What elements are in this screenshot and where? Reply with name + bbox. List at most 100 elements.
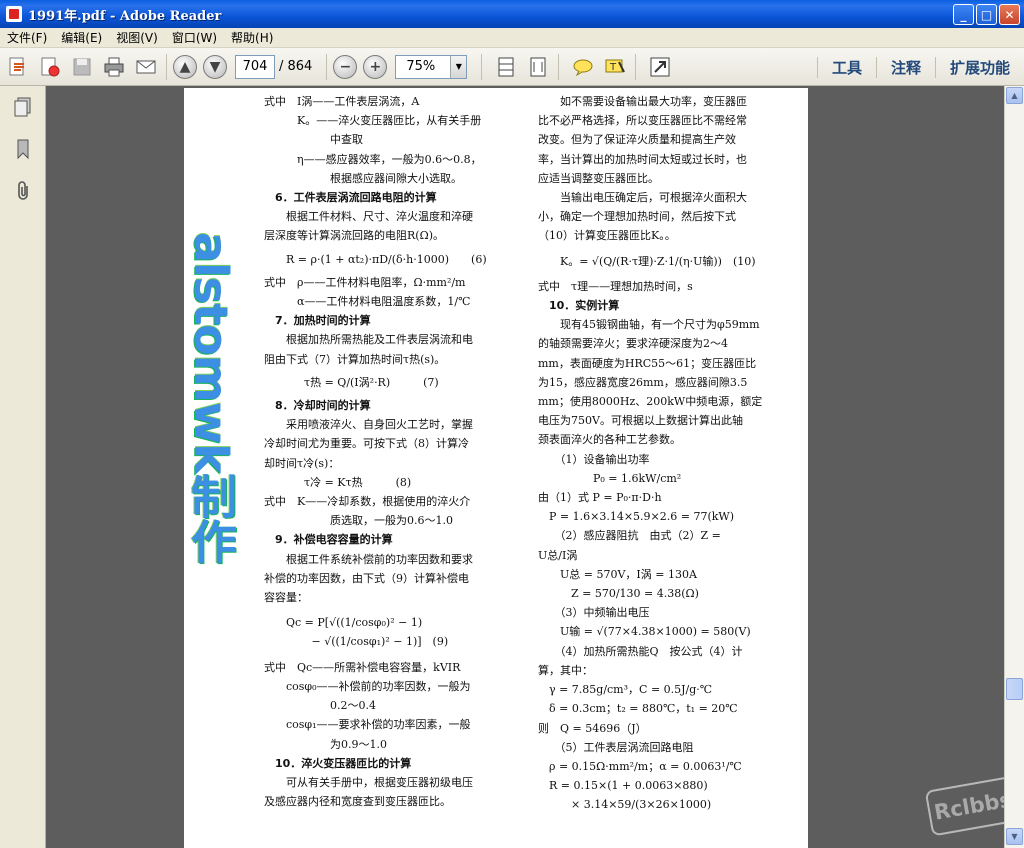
text-line: （2）感应器阻抗 由式（2）Z = (538, 529, 721, 543)
zoom-in-button[interactable]: + (363, 54, 388, 79)
section-heading: 10．实例计算 (538, 299, 620, 313)
email-button[interactable] (132, 53, 160, 81)
pdf-page: 式中 I涡——工件表层涡流，A K。——淬火变压器匝比，从有关手册 中查取 η—… (184, 88, 808, 848)
fit-width-icon (530, 57, 546, 76)
toolbar-separator (558, 53, 560, 80)
text-line: 容容量： (264, 591, 308, 605)
save-button[interactable] (68, 53, 96, 81)
text-line: （4）加热所需热能Q 按公式（4）计 (538, 644, 743, 658)
text-line: 根据加热所需热能及工件表层涡流和电 (264, 333, 473, 347)
zoom-value: 75% (406, 59, 436, 74)
next-page-button[interactable]: ▼ (203, 54, 227, 79)
text-line: 小，确定一个理想加热时间，然后按下式 (538, 210, 736, 224)
text-line: 根据感应器间隙大小选取。 (264, 171, 462, 185)
text-line: γ = 7.85g/cm³，C = 0.5J/g·℃ (538, 683, 713, 697)
text-line: 率，当计算出的加热时间太短或过长时，也 (538, 152, 747, 166)
save-icon (73, 58, 91, 75)
fit-page-button[interactable] (492, 53, 520, 81)
menu-window[interactable]: 窗口(W) (165, 29, 224, 46)
menu-edit[interactable]: 编辑(E) (54, 29, 109, 46)
highlight-button[interactable]: T (601, 53, 629, 81)
text-line: （3）中频输出电压 (538, 606, 650, 620)
vertical-scrollbar[interactable]: ▲ ▼ (1004, 86, 1024, 848)
menu-bar: 文件(F) 编辑(E) 视图(V) 窗口(W) 帮助(H) (0, 28, 1024, 48)
text-line: 算，其中： (538, 663, 593, 677)
chevron-down-icon[interactable]: ▼ (450, 55, 467, 78)
plus-icon: + (369, 58, 382, 75)
email-icon (136, 60, 156, 73)
create-pdf-icon (9, 57, 24, 75)
text-line: 为15，感应器宽度26mm，感应器间隙3.5 (538, 375, 748, 389)
scroll-up-icon[interactable]: ▲ (1006, 87, 1023, 104)
title-bar: 1991年.pdf - Adobe Reader _ □ ✕ (0, 0, 1024, 28)
text-line: 式中 I涡——工件表层涡流，A (264, 95, 420, 108)
text-line: 改变。但为了保证淬火质量和提高生产效 (538, 133, 736, 147)
paperclip-icon[interactable] (12, 180, 34, 202)
text-line: 如不需要设备输出最大功率，变压器匝 (538, 95, 747, 108)
text-line: （10）计算变压器匝比K。。 (538, 229, 676, 243)
pages-icon[interactable] (12, 96, 34, 118)
text-line: 现有45锻钢曲轴，有一个尺寸为φ59mm (538, 318, 760, 332)
text-line: 由（1）式 P = P₀·π·D·h (538, 491, 662, 505)
text-line: 式中 ρ——工件材料电阻率，Ω·mm²/m (264, 275, 466, 289)
full-screen-button[interactable] (646, 53, 674, 81)
text-line: 比不必严格选择，所以变压器匝比不需经常 (538, 114, 747, 128)
expand-icon (650, 57, 670, 76)
svg-text:T: T (609, 62, 617, 73)
task-links: 工具 注释 扩展功能 (816, 48, 1024, 86)
text-line: 则 Q = 54696（J） (538, 721, 647, 735)
comment-button[interactable] (569, 53, 597, 81)
zoom-out-button[interactable]: − (333, 54, 358, 79)
speech-bubble-icon (573, 59, 593, 76)
text-line: 却时间τ冷(s)： (264, 456, 340, 470)
minus-icon: − (339, 58, 352, 75)
bookmark-icon[interactable] (12, 138, 34, 160)
arrow-down-icon: ▼ (209, 58, 221, 75)
text-line: 质选取，一般为0.6～1.0 (264, 514, 453, 528)
text-line: U总/I涡 (538, 548, 578, 562)
formula-7: τ热 = Q/(I涡²·R) (7) (304, 375, 439, 389)
text-line: P = 1.6×3.14×5.9×2.6 = 77(kW) (538, 510, 734, 524)
menu-view[interactable]: 视图(V) (109, 29, 165, 46)
minimize-button[interactable]: _ (953, 4, 974, 25)
text-line: K。——淬火变压器匝比，从有关手册 (264, 114, 482, 128)
scroll-thumb[interactable] (1006, 678, 1023, 700)
text-line: P₀ = 1.6kW/cm² (538, 471, 682, 485)
text-line: 可从有关手册中，根据变压器初级电压 (264, 775, 473, 789)
print-icon (104, 57, 124, 76)
watermark-text: alstomwk制作 (184, 232, 238, 563)
page-number-input[interactable]: 704 (235, 54, 275, 79)
menu-file[interactable]: 文件(F) (0, 29, 54, 46)
comment-link[interactable]: 注释 (875, 56, 935, 78)
formula-9-cont: − √((1/cosφ₁)² − 1)] (9) (286, 635, 449, 649)
left-column: 式中 I涡——工件表层涡流，A K。——淬火变压器匝比，从有关手册 中查取 η—… (264, 92, 514, 811)
zoom-select[interactable]: 75% ▼ (395, 54, 468, 79)
tools-link[interactable]: 工具 (816, 56, 876, 78)
window-title: 1991年.pdf - Adobe Reader (28, 8, 222, 24)
close-button[interactable]: ✕ (999, 4, 1020, 25)
text-line: R = 0.15×(1 + 0.0063×880) (538, 779, 708, 793)
text-line: 冷却时间尤为重要。可按下式（8）计算冷 (264, 437, 469, 451)
text-line: 中查取 (264, 133, 363, 147)
text-line: 应适当调整变压器匝比。 (538, 171, 659, 185)
window-controls: _ □ ✕ (953, 4, 1020, 25)
text-line: cosφ₁——要求补偿的功率因素，一般 (264, 718, 471, 732)
text-line: mm，表面硬度为HRC55～61；变压器匝比 (538, 356, 757, 370)
text-line: U输 = √(77×4.38×1000) = 580(V) (538, 625, 751, 639)
pdf-export-button[interactable] (36, 53, 64, 81)
text-line: 颈表面淬火的各种工艺参数。 (538, 433, 681, 447)
formula-8: τ冷 = Kτ热 (8) (304, 475, 412, 489)
print-button[interactable] (100, 53, 128, 81)
text-line: U总 = 570V，I涡 = 130A (538, 567, 697, 581)
text-line: 根据工件系统补偿前的功率因数和要求 (264, 552, 473, 566)
create-pdf-button[interactable] (4, 53, 32, 81)
fit-width-button[interactable] (524, 53, 552, 81)
text-line: 层深度等计算涡流回路的电阻R(Ω)。 (264, 229, 444, 243)
maximize-button[interactable]: □ (976, 4, 997, 25)
extend-link[interactable]: 扩展功能 (934, 56, 1024, 78)
menu-help[interactable]: 帮助(H) (224, 29, 280, 46)
right-column: 如不需要设备输出最大功率，变压器匝 比不必严格选择，所以变压器匝比不需经常 改变… (538, 92, 790, 815)
text-line: 补偿的功率因数，由下式（9）计算补偿电 (264, 571, 469, 585)
previous-page-button[interactable]: ▲ (173, 54, 197, 79)
scroll-down-icon[interactable]: ▼ (1006, 828, 1023, 845)
